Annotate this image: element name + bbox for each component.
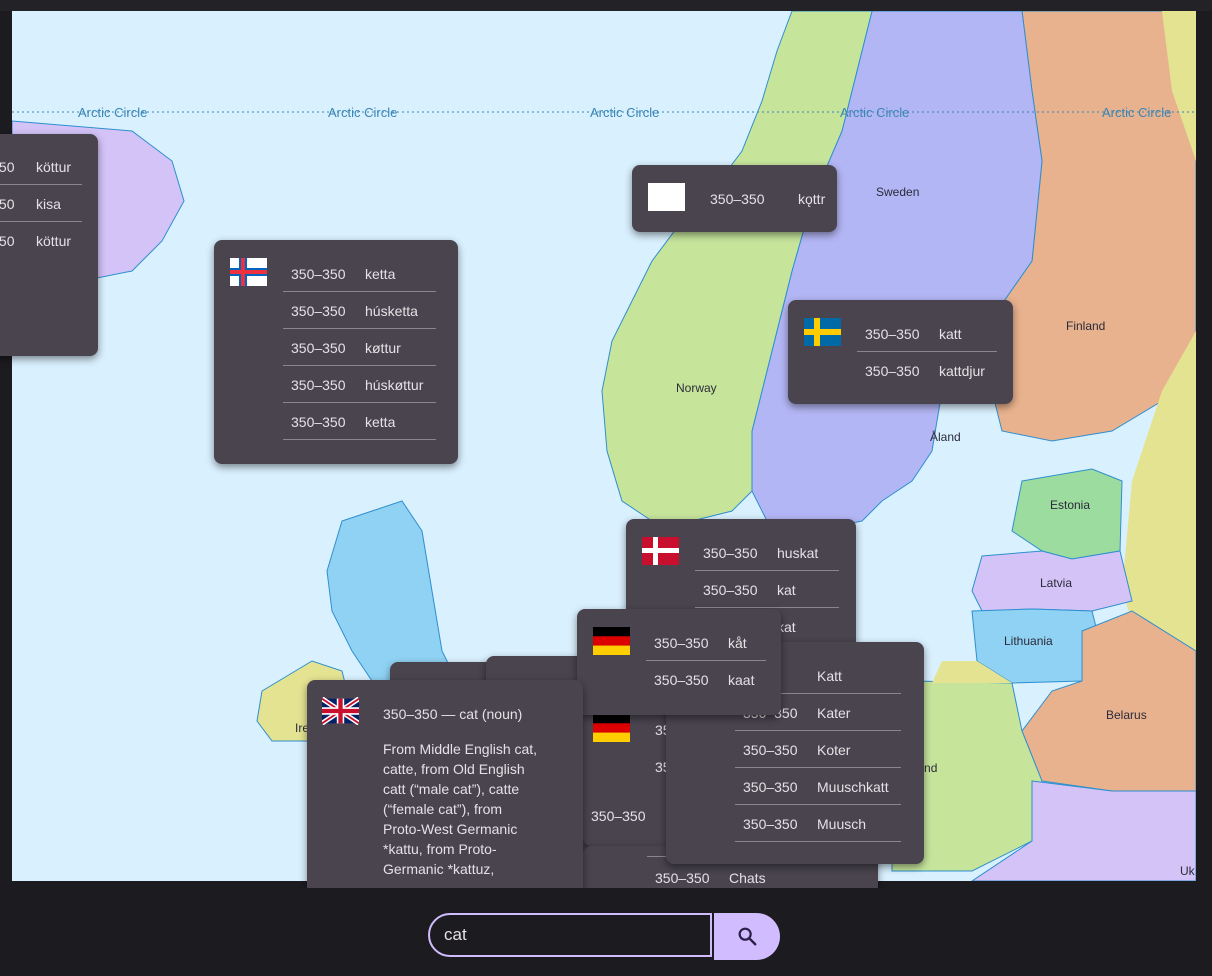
word-date: 350–350 [654, 672, 709, 688]
word-row[interactable]: 350–350 Koter [735, 731, 905, 768]
word-text: köttur [36, 233, 72, 249]
place-label-latvia: Latvia [1040, 576, 1073, 590]
word-text: ketta [365, 266, 396, 282]
word-row[interactable]: 350–350 køttur [283, 329, 443, 366]
place-label-lithuania: Lithuania [1004, 634, 1053, 648]
word-date: 350–350 [710, 191, 765, 207]
search-button[interactable] [714, 913, 780, 960]
word-text: húsketta [365, 303, 418, 319]
word-date: 350–350 [865, 363, 920, 379]
etymology-title: 350–350 — cat (noun) [383, 706, 523, 722]
word-text: huskat [777, 545, 819, 561]
word-text: Muusch [817, 816, 867, 832]
word-text: Katt [817, 668, 842, 684]
word-card-icelandic[interactable]: 350–350 köttur 350–350 kisa 350–350 kött… [0, 134, 98, 356]
germany-flag-icon [593, 627, 630, 655]
word-card-low-german[interactable]: 350–350 kåt 350–350 kaat [577, 609, 781, 715]
word-text: kåt [728, 635, 747, 651]
word-row[interactable]: 350–350 kaat [646, 661, 771, 698]
place-label-finland: Finland [1066, 319, 1106, 333]
word-date: 350–350 [291, 340, 346, 356]
word-text: Chats [729, 870, 766, 886]
word-row[interactable]: 350–350 ketta [283, 403, 443, 440]
word-date: 350–350 [291, 266, 346, 282]
word-text: húskøttur [365, 377, 424, 393]
word-row[interactable]: 350–350 kattdjur [857, 352, 1002, 389]
word-row[interactable]: 350–350 katt [857, 315, 1002, 352]
denmark-flag-icon [642, 537, 679, 565]
arctic-circle-label: Arctic Circle [1102, 105, 1172, 120]
etymology-text: From Middle English cat, catte, from Old… [383, 741, 538, 877]
word-row[interactable]: 350–350 huskat [695, 534, 845, 571]
word-card-old-norse[interactable]: 350–350 kǫttr [632, 165, 837, 232]
place-label-estonia: Estonia [1050, 498, 1091, 512]
word-date: 350–350 [654, 635, 709, 651]
word-date: 350–350 [655, 870, 710, 886]
word-row[interactable]: 350–350 Muuschkatt [735, 768, 905, 805]
word-row[interactable]: 350–350 húsketta [283, 292, 443, 329]
word-text: kisa [36, 196, 61, 212]
word-row[interactable]: 350–350 Muusch [735, 805, 905, 842]
arctic-circle-label: Arctic Circle [590, 105, 660, 120]
word-row[interactable]: 350–350 ketta [283, 255, 443, 292]
word-date: 350–350 [743, 779, 798, 795]
place-label-norway: Norway [676, 381, 717, 395]
arctic-circle-label: Arctic Circle [78, 105, 148, 120]
top-bar [0, 0, 1212, 11]
word-text: ketta [365, 414, 396, 430]
word-text: Koter [817, 742, 851, 758]
uk-flag-icon [322, 697, 359, 725]
word-text: Muuschkatt [817, 779, 889, 795]
word-date: 350–350 [703, 545, 758, 561]
word-row[interactable]: 350–350 köttur [0, 148, 98, 185]
word-date: 350–350 [865, 326, 920, 342]
germany-flag-icon [593, 714, 630, 742]
word-date: 350–350 [0, 159, 15, 175]
word-row[interactable]: 350–350 húskøttur [283, 366, 443, 403]
word-row[interactable]: 350–350 kåt [646, 624, 771, 661]
word-row[interactable]: 350–350 kǫttr [702, 180, 832, 217]
word-date: 350–350 [591, 808, 646, 824]
place-label-ukraine: Uk [1180, 864, 1195, 878]
word-card-faroese[interactable]: 350–350 ketta 350–350 húsketta 350–350 k… [214, 240, 458, 464]
word-date: 350–350 [703, 582, 758, 598]
word-date: 350–350 [291, 377, 346, 393]
word-date: 350–350 [291, 414, 346, 430]
word-text: kaat [728, 672, 755, 688]
word-text: kattdjur [939, 363, 985, 379]
word-row[interactable]: 350–350 kisa [0, 185, 98, 222]
word-date: 350–350 [291, 303, 346, 319]
word-text: kat [777, 582, 796, 598]
faroe-islands-flag-icon [230, 258, 267, 286]
search-icon [738, 927, 757, 946]
word-text: Kater [817, 705, 851, 721]
place-label-aland: Åland [930, 430, 961, 444]
arctic-circle-label: Arctic Circle [328, 105, 398, 120]
word-date: 350–350 [0, 233, 15, 249]
word-date: 350–350 [0, 196, 15, 212]
word-row[interactable]: 350–350 köttur [0, 222, 98, 259]
word-date: 350–350 [743, 816, 798, 832]
word-text: köttur [36, 159, 72, 175]
word-text: kǫttr [798, 191, 826, 207]
search-input[interactable] [428, 913, 712, 957]
word-card-swedish[interactable]: 350–350 katt 350–350 kattdjur [788, 300, 1013, 404]
place-label-belarus: Belarus [1106, 708, 1147, 722]
word-text: køttur [365, 340, 401, 356]
word-date: 350–350 [743, 742, 798, 758]
sweden-flag-icon [804, 318, 841, 346]
place-label-sweden: Sweden [876, 185, 920, 199]
word-text: katt [939, 326, 962, 342]
arctic-circle-label: Arctic Circle [840, 105, 910, 120]
word-card-english[interactable]: 350–350 — cat (noun) From Middle English… [307, 680, 583, 910]
word-row[interactable]: 350–350 kat [695, 571, 845, 608]
blank-flag-icon [648, 183, 685, 211]
